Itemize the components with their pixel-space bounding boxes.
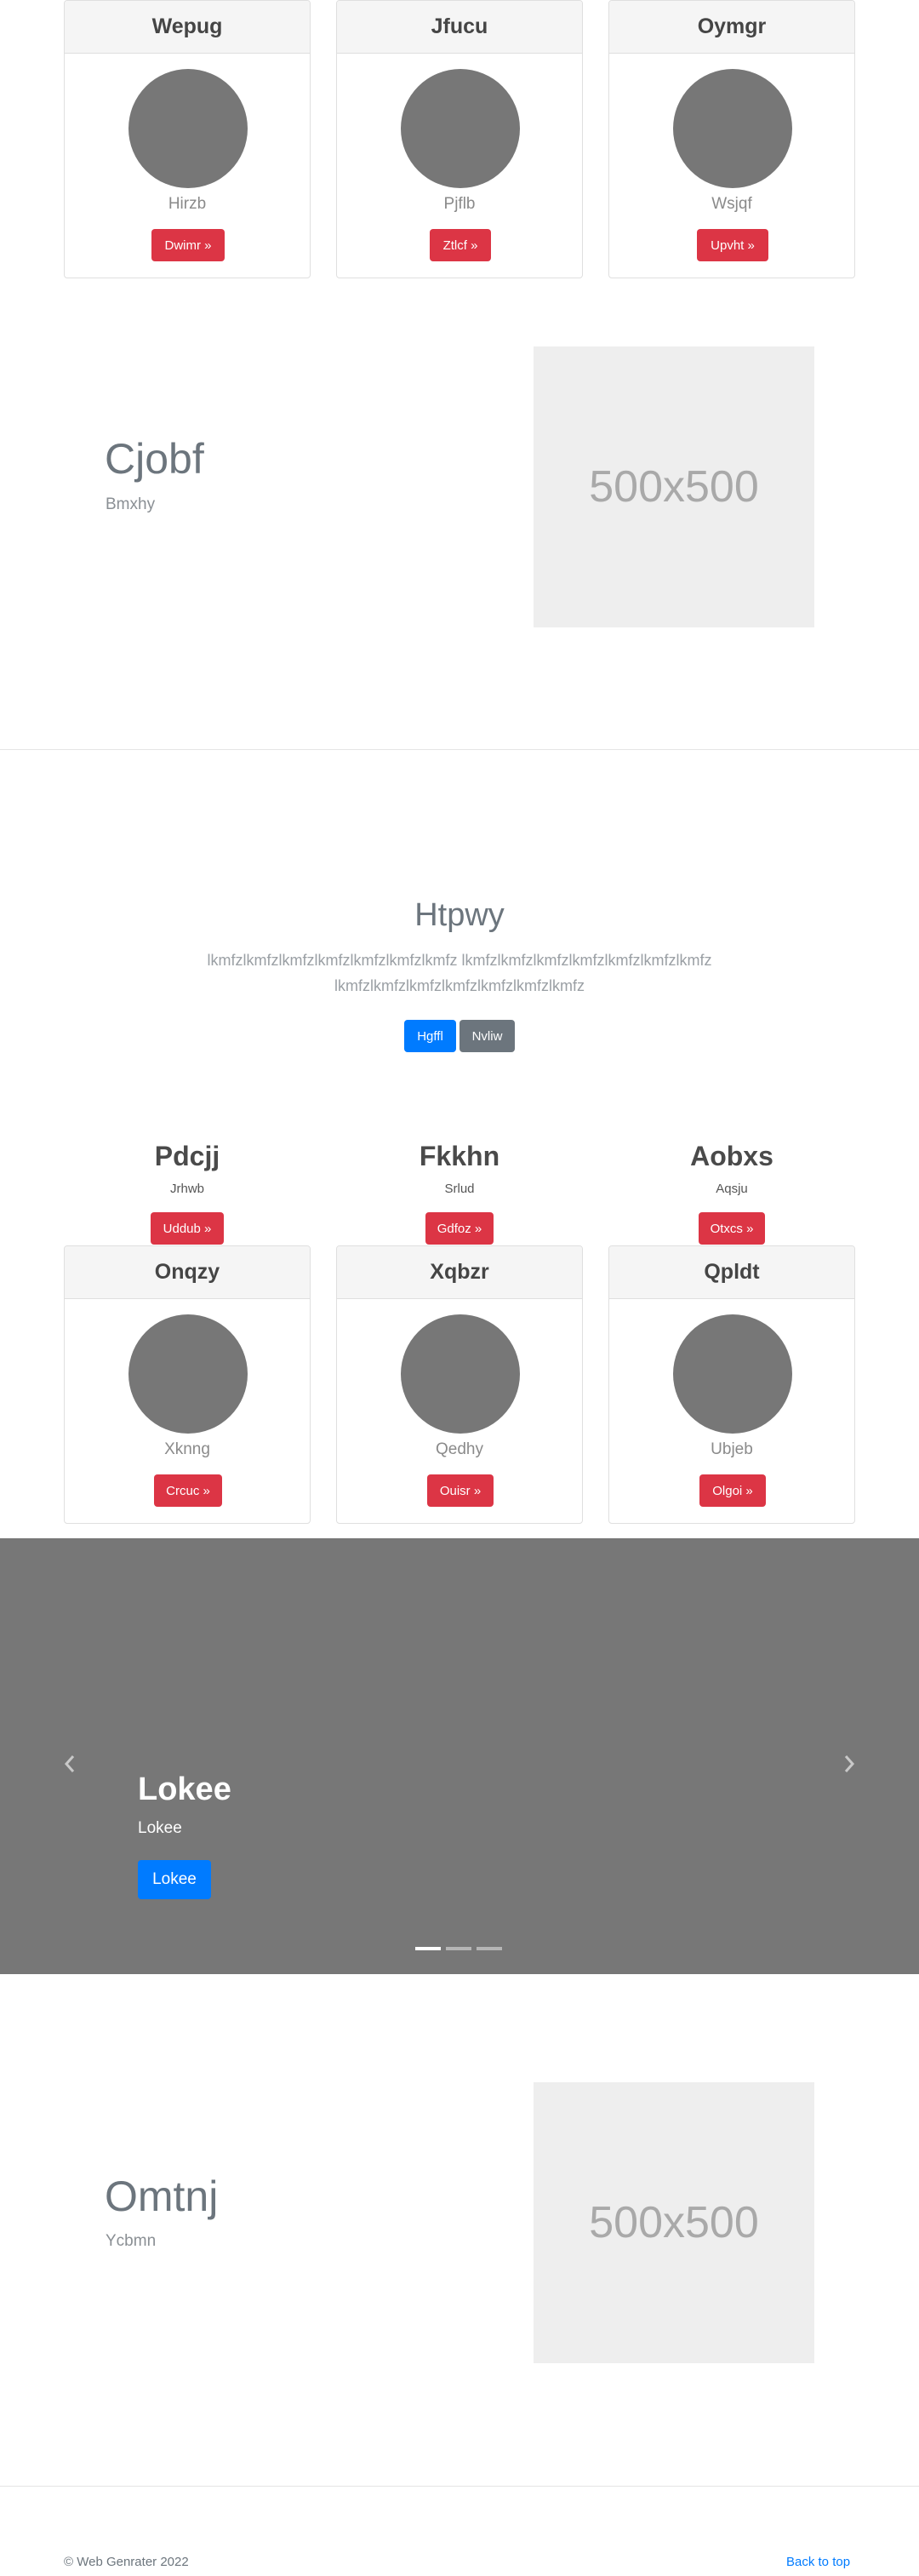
card-button[interactable]: Upvht » bbox=[697, 229, 768, 261]
jumbotron-text: lkmfzlkmfzlkmfzlkmfzlkmfzlkmfzlkmfz lkmf… bbox=[207, 952, 712, 969]
card-subtitle: Pjflb bbox=[443, 195, 476, 213]
back-to-top-link[interactable]: Back to top bbox=[786, 2555, 850, 2569]
feature-heading: Aobxs bbox=[690, 1141, 773, 1171]
carousel-next-control[interactable] bbox=[832, 1743, 866, 1785]
feature-button[interactable]: Gdfoz » bbox=[425, 1212, 494, 1245]
card-title: Xqbzr bbox=[337, 1246, 582, 1299]
card-button[interactable]: Ztlcf » bbox=[430, 229, 491, 261]
divider bbox=[0, 2486, 919, 2487]
card-button[interactable]: Olgoi » bbox=[699, 1474, 766, 1507]
feature-subtitle: Ycbmn bbox=[106, 2232, 157, 2250]
avatar bbox=[128, 1314, 248, 1434]
placeholder-image: 500x500 bbox=[534, 2082, 814, 2363]
card-button[interactable]: Ouisr » bbox=[427, 1474, 494, 1507]
footer-copyright: © Web Genrater 2022 bbox=[64, 2555, 189, 2569]
card-title: Oymgr bbox=[609, 1, 854, 54]
card-title: Qpldt bbox=[609, 1246, 854, 1299]
card-subtitle: Qedhy bbox=[436, 1440, 483, 1458]
card-subtitle: Ubjeb bbox=[711, 1440, 753, 1458]
feature-text: Jrhwb bbox=[169, 1182, 204, 1196]
feature-subtitle: Bmxhy bbox=[106, 495, 156, 513]
carousel: Lokee Lokee Lokee bbox=[0, 1538, 919, 1974]
feature-text: Aqsju bbox=[716, 1182, 748, 1196]
divider bbox=[0, 749, 919, 750]
feature-heading: Fkkhn bbox=[419, 1141, 500, 1171]
carousel-indicator[interactable] bbox=[477, 1947, 502, 1950]
card: Oymgr Wsjqf Upvht » bbox=[608, 0, 855, 278]
card: Jfucu Pjflb Ztlcf » bbox=[336, 0, 583, 278]
feature-heading: Pdcjj bbox=[154, 1141, 220, 1171]
jumbotron-title: Htpwy bbox=[414, 897, 505, 933]
feature-title: Cjobf bbox=[105, 435, 204, 483]
chevron-left-icon bbox=[64, 1755, 75, 1772]
card-button[interactable]: Dwimr » bbox=[151, 229, 225, 261]
card-subtitle: Wsjqf bbox=[711, 195, 752, 213]
card-title: Wepug bbox=[65, 1, 310, 54]
feature-text: Srlud bbox=[444, 1182, 475, 1196]
carousel-prev-control[interactable] bbox=[53, 1743, 87, 1785]
placeholder-image: 500x500 bbox=[534, 346, 814, 627]
feature-title: Omtnj bbox=[105, 2172, 219, 2220]
carousel-indicator[interactable] bbox=[446, 1947, 471, 1950]
avatar bbox=[401, 1314, 520, 1434]
card: Onqzy Xknng Crcuc » bbox=[64, 1245, 311, 1524]
secondary-button[interactable]: Nvliw bbox=[460, 1020, 515, 1052]
card: Xqbzr Qedhy Ouisr » bbox=[336, 1245, 583, 1524]
avatar bbox=[128, 69, 248, 188]
card-button[interactable]: Crcuc » bbox=[154, 1474, 222, 1507]
card-subtitle: Hirzb bbox=[168, 195, 207, 213]
avatar bbox=[673, 69, 792, 188]
carousel-subtitle: Lokee bbox=[138, 1819, 182, 1837]
chevron-right-icon bbox=[844, 1755, 855, 1772]
card-subtitle: Xknng bbox=[164, 1440, 210, 1458]
card-title: Onqzy bbox=[65, 1246, 310, 1299]
avatar bbox=[673, 1314, 792, 1434]
carousel-indicator[interactable] bbox=[415, 1947, 441, 1950]
carousel-title: Lokee bbox=[138, 1772, 231, 1807]
card-title: Jfucu bbox=[337, 1, 582, 54]
avatar bbox=[401, 69, 520, 188]
carousel-button[interactable]: Lokee bbox=[138, 1860, 211, 1899]
primary-button[interactable]: Hgffl bbox=[404, 1020, 456, 1052]
feature-button[interactable]: Uddub » bbox=[151, 1212, 224, 1245]
jumbotron-text: lkmfzlkmfzlkmfzlkmfzlkmfzlkmfzlkmfz bbox=[334, 977, 585, 994]
feature-button[interactable]: Otxcs » bbox=[699, 1212, 765, 1245]
card: Wepug Hirzb Dwimr » bbox=[64, 0, 311, 278]
card: Qpldt Ubjeb Olgoi » bbox=[608, 1245, 855, 1524]
